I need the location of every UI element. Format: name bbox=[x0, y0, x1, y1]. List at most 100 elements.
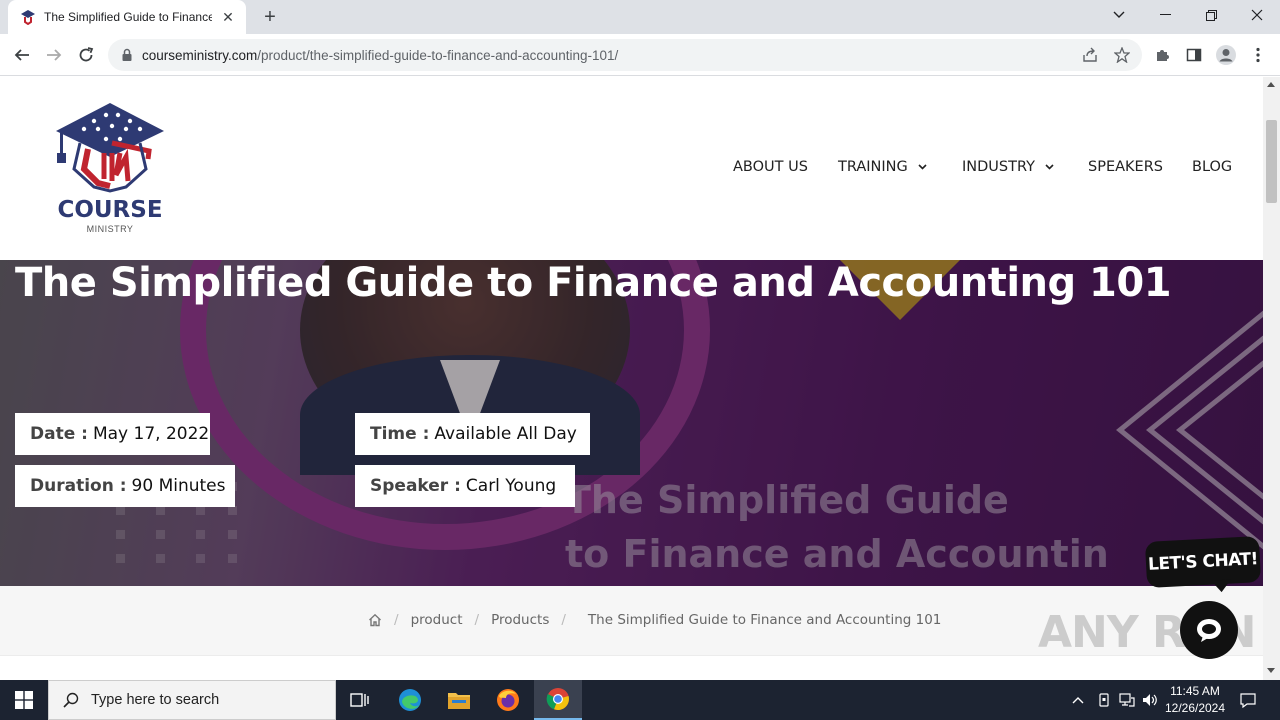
clock-date: 12/26/2024 bbox=[1164, 701, 1226, 715]
date-value: May 17, 2022 bbox=[92, 424, 210, 444]
breadcrumb-product[interactable]: product bbox=[411, 612, 463, 628]
site-header: COURSE MINISTRY ABOUT US TRAINING INDUST… bbox=[0, 77, 1263, 260]
breadcrumb-separator: / bbox=[561, 612, 566, 628]
share-icon[interactable] bbox=[1080, 45, 1100, 65]
clock-time: 11:45 AM bbox=[1170, 684, 1220, 698]
url-host: courseministry.com bbox=[142, 47, 258, 63]
notifications-icon[interactable] bbox=[1236, 680, 1260, 720]
taskbar-file-explorer[interactable] bbox=[435, 680, 483, 720]
nav-label: INDUSTRY bbox=[962, 159, 1035, 175]
windows-taskbar: Type here to search 11:45 AM 12/26/2024 bbox=[0, 680, 1280, 720]
breadcrumb-separator: / bbox=[474, 612, 480, 628]
tab-strip: The Simplified Guide to Finance ✕ + bbox=[0, 0, 1280, 34]
breadcrumb-separator: / bbox=[394, 612, 399, 628]
reload-button[interactable] bbox=[71, 40, 101, 70]
nav-industry[interactable]: INDUSTRY bbox=[962, 159, 1054, 175]
chat-icon bbox=[1197, 619, 1221, 642]
taskbar-clock[interactable]: 11:45 AM 12/26/2024 bbox=[1160, 683, 1230, 717]
back-button[interactable] bbox=[7, 40, 37, 70]
speaker-label: Speaker : bbox=[370, 476, 461, 496]
duration-info-box: Duration : 90 Minutes bbox=[15, 465, 235, 507]
nav-label: ABOUT US bbox=[733, 159, 808, 175]
chrome-icon bbox=[546, 688, 569, 711]
speaker-info-box: Speaker : Carl Young bbox=[355, 465, 575, 507]
date-label: Date : bbox=[30, 424, 88, 444]
chat-bubble-tail bbox=[1210, 579, 1232, 593]
profile-avatar-icon[interactable] bbox=[1211, 40, 1241, 70]
browser-toolbar: courseministry.com/product/the-simplifie… bbox=[0, 34, 1280, 76]
new-tab-button[interactable]: + bbox=[258, 6, 282, 28]
page-scrollbar[interactable] bbox=[1263, 77, 1280, 680]
search-placeholder: Type here to search bbox=[91, 692, 220, 708]
forward-arrow-icon bbox=[47, 49, 62, 61]
breadcrumb: / product / Products / The Simplified Gu… bbox=[368, 612, 941, 628]
date-info-box: Date : May 17, 2022 bbox=[15, 413, 210, 455]
side-panel-icon[interactable] bbox=[1179, 40, 1209, 70]
nav-label: BLOG bbox=[1192, 159, 1233, 175]
nav-speakers[interactable]: SPEAKERS bbox=[1088, 159, 1163, 175]
browser-tab[interactable]: The Simplified Guide to Finance ✕ bbox=[8, 0, 246, 34]
taskbar-chrome[interactable] bbox=[534, 680, 582, 720]
tray-overflow-chevron-icon[interactable] bbox=[1068, 680, 1088, 720]
nav-label: SPEAKERS bbox=[1088, 159, 1163, 175]
chevron-down-icon bbox=[918, 164, 927, 170]
taskbar-search-input[interactable]: Type here to search bbox=[48, 680, 336, 720]
task-view-button[interactable] bbox=[336, 680, 384, 720]
speaker-value: Carl Young bbox=[465, 476, 557, 496]
logo-subtext: MINISTRY bbox=[86, 224, 134, 234]
duration-value: 90 Minutes bbox=[131, 476, 226, 496]
nav-training[interactable]: TRAINING bbox=[838, 159, 927, 175]
volume-icon[interactable] bbox=[1140, 680, 1160, 720]
chat-launcher-button[interactable] bbox=[1180, 601, 1238, 659]
extensions-puzzle-icon[interactable] bbox=[1147, 40, 1177, 70]
tab-title: The Simplified Guide to Finance bbox=[44, 10, 212, 24]
tray-device-icon[interactable] bbox=[1094, 680, 1114, 720]
back-arrow-icon bbox=[14, 49, 29, 61]
graduation-cap-logo-icon bbox=[56, 103, 164, 193]
time-info-box: Time : Available All Day bbox=[355, 413, 590, 455]
nav-label: TRAINING bbox=[838, 159, 908, 175]
address-bar[interactable]: courseministry.com/product/the-simplifie… bbox=[108, 39, 1142, 71]
home-icon[interactable] bbox=[368, 613, 382, 627]
tab-close-icon[interactable]: ✕ bbox=[220, 9, 236, 26]
breadcrumb-current: The Simplified Guide to Finance and Acco… bbox=[587, 612, 942, 628]
url-text: courseministry.com/product/the-simplifie… bbox=[142, 48, 618, 63]
nav-about-us[interactable]: ABOUT US bbox=[733, 159, 808, 175]
chrome-menu-icon[interactable] bbox=[1243, 40, 1273, 70]
reload-icon bbox=[79, 47, 94, 62]
time-value: Available All Day bbox=[434, 424, 577, 444]
forward-button[interactable] bbox=[39, 40, 69, 70]
minimize-button[interactable] bbox=[1142, 0, 1188, 30]
lock-icon bbox=[122, 48, 132, 61]
scroll-down-arrow-icon[interactable] bbox=[1267, 668, 1275, 673]
taskbar-edge[interactable] bbox=[386, 680, 434, 720]
breadcrumb-products[interactable]: Products bbox=[491, 612, 549, 628]
logo-text: COURSE bbox=[57, 197, 163, 223]
search-icon bbox=[63, 692, 79, 708]
windows-logo-icon bbox=[15, 691, 33, 709]
time-label: Time : bbox=[370, 424, 430, 444]
start-button[interactable] bbox=[0, 680, 48, 720]
tab-search-chevron-icon[interactable] bbox=[1096, 0, 1142, 30]
page-viewport: COURSE MINISTRY ABOUT US TRAINING INDUST… bbox=[0, 77, 1263, 680]
lets-chat-bubble[interactable]: LET'S CHAT! bbox=[1144, 536, 1262, 593]
page-title: The Simplified Guide to Finance and Acco… bbox=[15, 260, 1172, 306]
restore-button[interactable] bbox=[1188, 0, 1234, 30]
taskbar-firefox[interactable] bbox=[484, 680, 532, 720]
duration-label: Duration : bbox=[30, 476, 127, 496]
chevron-down-icon bbox=[1045, 164, 1054, 170]
edge-icon bbox=[399, 689, 421, 711]
site-logo[interactable]: COURSE MINISTRY bbox=[54, 99, 166, 237]
firefox-icon bbox=[497, 689, 519, 711]
hero-banner: The Simplified Guide to Finance and Acco… bbox=[0, 260, 1263, 586]
task-view-icon bbox=[350, 693, 369, 707]
scroll-up-arrow-icon[interactable] bbox=[1267, 82, 1275, 87]
close-window-button[interactable] bbox=[1234, 0, 1280, 30]
scrollbar-thumb[interactable] bbox=[1266, 120, 1277, 203]
nav-blog[interactable]: BLOG bbox=[1192, 159, 1232, 175]
folder-icon bbox=[448, 693, 470, 709]
network-icon[interactable] bbox=[1117, 680, 1137, 720]
bookmark-star-icon[interactable] bbox=[1112, 45, 1132, 65]
url-path: /product/the-simplified-guide-to-finance… bbox=[257, 47, 619, 63]
site-favicon-icon bbox=[21, 10, 35, 25]
